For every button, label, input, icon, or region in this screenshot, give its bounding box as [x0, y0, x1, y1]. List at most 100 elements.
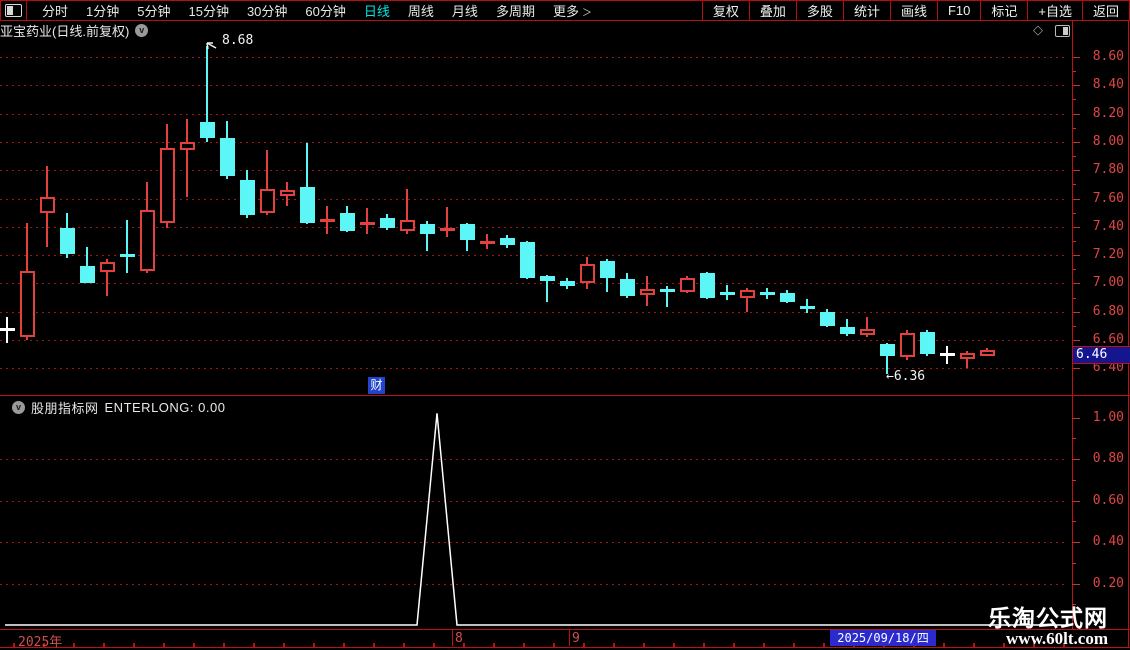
candle-wick — [126, 219, 128, 274]
timeframe-tab-30分钟[interactable]: 30分钟 — [238, 1, 296, 20]
chevron-right-icon: ＞ — [581, 8, 592, 19]
timeframe-tab-5分钟[interactable]: 5分钟 — [128, 1, 179, 20]
timeframe-tab-日线[interactable]: 日线 — [355, 1, 399, 20]
action-button-多股[interactable]: 多股 — [795, 1, 843, 20]
indicator-source-label: 股朋指标网 — [31, 401, 99, 416]
indicator-panel[interactable]: 1.00 0.80 0.60 0.40 0.20 — [0, 0, 1130, 650]
candle-body-down — [60, 228, 75, 254]
candle-body-doji — [760, 291, 775, 295]
diamond-icon[interactable]: ◇ — [1033, 23, 1043, 36]
price-axis-minor-tick — [1072, 184, 1076, 186]
price-axis-major-tick — [1072, 226, 1080, 228]
candle-wick — [846, 318, 848, 336]
price-axis-major-tick — [1072, 57, 1080, 58]
price-gridline — [0, 57, 1068, 58]
candle-body-up — [180, 141, 195, 151]
action-button-统计[interactable]: 统计 — [842, 1, 890, 20]
candle-body-down — [80, 266, 95, 284]
watermark-site-name: 乐淘公式网 — [988, 605, 1108, 632]
candle-wick — [526, 240, 528, 280]
candle-body-doji — [320, 219, 335, 223]
candle-wick — [746, 287, 748, 312]
candle-wick — [506, 235, 508, 249]
candle-body-up — [640, 289, 655, 296]
candle-body-down — [300, 187, 315, 223]
chevron-down-icon[interactable]: v — [12, 401, 25, 414]
action-button-复权[interactable]: 复权 — [701, 1, 749, 20]
candle-body-doji — [940, 353, 955, 357]
candle-wick — [166, 123, 168, 229]
price-axis-label: 7.60 — [1092, 190, 1124, 206]
timeframe-tab-60分钟[interactable]: 60分钟 — [296, 1, 354, 20]
price-axis-label: 7.40 — [1092, 218, 1124, 234]
right-screen-border — [1128, 20, 1129, 647]
price-axis-minor-tick — [1072, 240, 1076, 242]
price-axis-label: 7.20 — [1092, 247, 1124, 263]
action-button-画线[interactable]: 画线 — [889, 1, 937, 20]
indicator-axis-label: 0.20 — [1092, 575, 1124, 591]
candle-wick — [906, 330, 908, 360]
candle-wick — [966, 351, 968, 369]
timeframe-tab-1分钟[interactable]: 1分钟 — [77, 1, 128, 20]
action-button-叠加[interactable]: 叠加 — [748, 1, 796, 20]
candle-body-up — [860, 328, 875, 335]
sidebar-toggle-icon[interactable] — [1055, 25, 1070, 37]
chevron-down-icon[interactable]: v — [135, 23, 149, 37]
price-axis-major-tick — [1072, 141, 1080, 143]
candle-wick — [626, 273, 628, 298]
candle-body-down — [700, 273, 715, 298]
candle-body-up — [280, 190, 295, 196]
candle-wick — [6, 317, 8, 343]
candle-body-down — [420, 223, 435, 234]
indicator-axis-major-tick — [1072, 583, 1080, 585]
candle-wick — [386, 214, 388, 230]
time-axis-year: 2025年 — [18, 635, 63, 650]
action-button-+自选[interactable]: +自选 — [1027, 1, 1082, 20]
action-buttons: 复权 叠加 多股 统计 画线 F10 标记 +自选 返回 — [701, 1, 1129, 20]
candle-body-down — [600, 260, 615, 278]
candle-wick — [826, 308, 828, 328]
price-axis-label: 8.20 — [1092, 105, 1124, 121]
timeframe-tab-更多[interactable]: 更多＞ — [544, 1, 601, 20]
candle-wick — [186, 119, 188, 198]
action-button-返回[interactable]: 返回 — [1081, 1, 1129, 20]
action-button-F10[interactable]: F10 — [936, 1, 980, 20]
candle-wick — [86, 246, 88, 284]
timeframe-tab-分时[interactable]: 分时 — [33, 1, 77, 20]
candle-wick — [266, 150, 268, 216]
timeframe-tab-周线[interactable]: 周线 — [399, 1, 443, 20]
price-axis-label: 8.60 — [1092, 49, 1124, 64]
price-axis-major-tick — [1072, 198, 1080, 200]
candle-body-up — [680, 277, 695, 292]
layout-split-icon[interactable] — [5, 4, 22, 17]
candle-body-down — [540, 276, 555, 281]
candle-body-doji — [360, 222, 375, 226]
indicator-axis-minor-tick — [1072, 438, 1076, 440]
candle-body-up — [740, 290, 755, 298]
financial-report-badge[interactable]: 财 — [368, 377, 385, 394]
candle-wick — [586, 256, 588, 290]
price-axis-major-tick — [1072, 113, 1080, 115]
candle-body-up — [40, 197, 55, 213]
price-axis-minor-tick — [1072, 212, 1076, 214]
price-gridline — [0, 170, 1068, 172]
candle-body-down — [820, 311, 835, 326]
price-gridline — [0, 283, 1068, 285]
time-axis-month: 8 — [455, 631, 463, 646]
candle-body-up — [980, 349, 995, 356]
timeframe-tab-月线[interactable]: 月线 — [443, 1, 487, 20]
action-button-标记[interactable]: 标记 — [980, 1, 1027, 20]
candle-wick — [46, 165, 48, 247]
candlestick-chart[interactable]: 8.60 8.40 8.20 8.00 7.80 7.60 7.40 7.20 7.00 6.80… — [0, 0, 1130, 650]
candle-wick — [546, 274, 548, 302]
indicator-axis-minor-tick — [1072, 562, 1076, 564]
price-axis-minor-tick — [1072, 127, 1076, 129]
candle-body-down — [880, 344, 895, 356]
timeframe-tab-多周期[interactable]: 多周期 — [487, 1, 544, 20]
price-gridline — [0, 198, 1068, 200]
candle-body-doji — [800, 305, 815, 309]
candle-body-down — [840, 327, 855, 335]
candle-wick — [866, 317, 868, 338]
timeframe-tab-15分钟[interactable]: 15分钟 — [179, 1, 237, 20]
candle-body-up — [260, 188, 275, 213]
